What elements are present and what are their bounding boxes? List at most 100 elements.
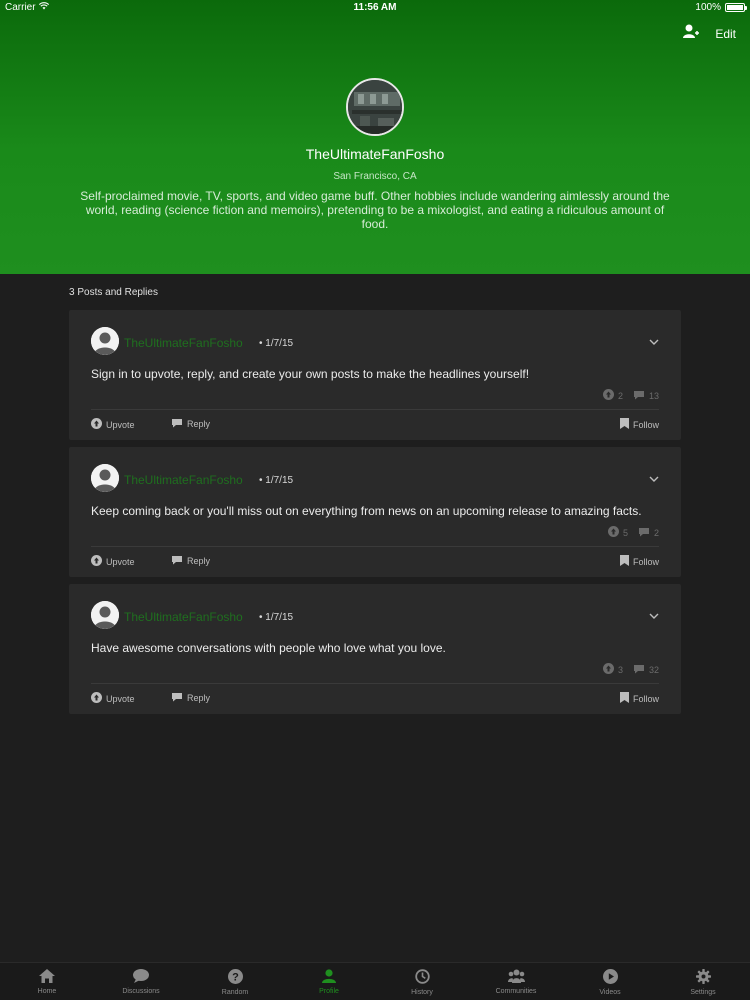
upvote-button[interactable]: Upvote [91, 692, 135, 705]
post-stats: 3 32 [602, 663, 659, 676]
reply-label: Reply [187, 419, 211, 429]
tab-history[interactable]: History [375, 963, 469, 1000]
comment-count-icon [633, 664, 645, 676]
follow-button[interactable]: Follow [619, 418, 659, 431]
upvote-button[interactable]: Upvote [91, 418, 135, 431]
tab-label: Videos [599, 989, 621, 996]
tab-label: Random [221, 989, 249, 996]
tab-random[interactable]: ? Random [188, 963, 282, 1000]
post-divider [91, 546, 659, 547]
tab-label: Home [37, 988, 57, 995]
comment-count-icon [633, 390, 645, 402]
avatar[interactable] [91, 327, 119, 355]
post-author[interactable]: TheUltimateFanFosho [124, 610, 243, 624]
battery-percent: 100% [695, 2, 721, 13]
post-date: 1/7/15 [259, 475, 293, 486]
add-friend-icon[interactable] [683, 24, 700, 43]
post-author[interactable]: TheUltimateFanFosho [124, 336, 243, 350]
history-icon [414, 969, 430, 986]
communities-icon [507, 969, 525, 985]
home-icon [39, 969, 55, 985]
post-stats: 2 13 [602, 389, 659, 402]
follow-button[interactable]: Follow [619, 555, 659, 568]
random-icon: ? [227, 969, 243, 986]
tab-communities[interactable]: Communities [469, 963, 563, 1000]
upvote-icon [91, 555, 102, 568]
upvote-label: Upvote [106, 693, 135, 704]
tab-bar: Home Discussions ? Random Profile Histor… [0, 962, 750, 1000]
post-card[interactable]: TheUltimateFanFosho 1/7/15 Have awesome … [69, 584, 681, 714]
tab-home[interactable]: Home [0, 963, 94, 1000]
avatar[interactable] [91, 601, 119, 629]
comment-stat: 2 [638, 527, 659, 539]
reply-icon [171, 692, 183, 704]
follow-label: Follow [632, 419, 659, 430]
follow-label: Follow [632, 693, 659, 704]
profile-location: San Francisco, CA [333, 171, 417, 182]
follow-button[interactable]: Follow [619, 692, 659, 705]
profile-header: Carrier 11:56 AM 100% Edit TheUltimateFa… [0, 0, 750, 274]
comment-stat: 32 [633, 664, 659, 676]
tab-profile[interactable]: Profile [282, 963, 376, 1000]
status-time: 11:56 AM [353, 2, 397, 13]
avatar[interactable] [91, 464, 119, 492]
upvote-button[interactable]: Upvote [91, 555, 135, 568]
post-date: 1/7/15 [259, 338, 293, 349]
status-bar: Carrier 11:56 AM 100% [0, 0, 750, 16]
follow-label: Follow [632, 556, 659, 567]
bookmark-icon [619, 418, 629, 431]
tab-label: History [411, 989, 433, 996]
upvote-count: 3 [617, 664, 623, 675]
tab-label: Communities [495, 988, 537, 995]
post-card[interactable]: TheUltimateFanFosho 1/7/15 Sign in to up… [69, 310, 681, 440]
upvote-stat: 2 [602, 389, 623, 402]
tab-label: Discussions [122, 988, 160, 995]
upvote-count: 2 [617, 390, 623, 401]
reply-label: Reply [187, 693, 211, 703]
post-card[interactable]: TheUltimateFanFosho 1/7/15 Keep coming b… [69, 447, 681, 577]
post-body: Keep coming back or you'll miss out on e… [91, 504, 642, 518]
upvote-stat: 5 [607, 526, 628, 539]
comment-count: 13 [648, 390, 659, 401]
reply-icon [171, 555, 183, 567]
upvote-count: 5 [622, 527, 628, 538]
tab-videos[interactable]: Videos [563, 963, 657, 1000]
svg-text:?: ? [232, 972, 239, 984]
app-root: Carrier 11:56 AM 100% Edit TheUltimateFa… [0, 0, 750, 1000]
post-divider [91, 683, 659, 684]
tab-label: Settings [690, 989, 716, 996]
profile-bio: Self-proclaimed movie, TV, sports, and v… [80, 189, 670, 231]
chevron-down-icon[interactable] [649, 606, 659, 624]
posts-count-title: 3 Posts and Replies [69, 287, 158, 298]
upvote-count-icon [607, 526, 619, 539]
tab-settings[interactable]: Settings [656, 963, 750, 1000]
upvote-stat: 3 [602, 663, 623, 676]
header-actions: Edit [683, 24, 736, 43]
comment-count: 32 [648, 664, 659, 675]
post-actions: Upvote Reply Follow [91, 555, 659, 569]
post-author[interactable]: TheUltimateFanFosho [124, 473, 243, 487]
post-stats: 5 2 [607, 526, 659, 539]
bookmark-icon [619, 555, 629, 568]
post-divider [91, 409, 659, 410]
upvote-count-icon [602, 389, 614, 402]
profile-avatar[interactable] [346, 78, 404, 136]
post-actions: Upvote Reply Follow [91, 418, 659, 432]
edit-button[interactable]: Edit [715, 27, 736, 41]
videos-icon [602, 969, 618, 986]
tab-discussions[interactable]: Discussions [94, 963, 188, 1000]
profile-icon [322, 969, 336, 985]
upvote-icon [91, 418, 102, 431]
reply-button[interactable]: Reply [171, 692, 210, 704]
post-body: Sign in to upvote, reply, and create you… [91, 367, 530, 381]
chevron-down-icon[interactable] [649, 469, 659, 487]
profile-username: TheUltimateFanFosho [305, 146, 445, 162]
post-actions: Upvote Reply Follow [91, 692, 659, 706]
reply-button[interactable]: Reply [171, 555, 210, 567]
comment-stat: 13 [633, 390, 659, 402]
chevron-down-icon[interactable] [649, 332, 659, 350]
post-body: Have awesome conversations with people w… [91, 641, 446, 655]
bookmark-icon [619, 692, 629, 705]
comment-count: 2 [653, 527, 659, 538]
reply-button[interactable]: Reply [171, 418, 210, 430]
